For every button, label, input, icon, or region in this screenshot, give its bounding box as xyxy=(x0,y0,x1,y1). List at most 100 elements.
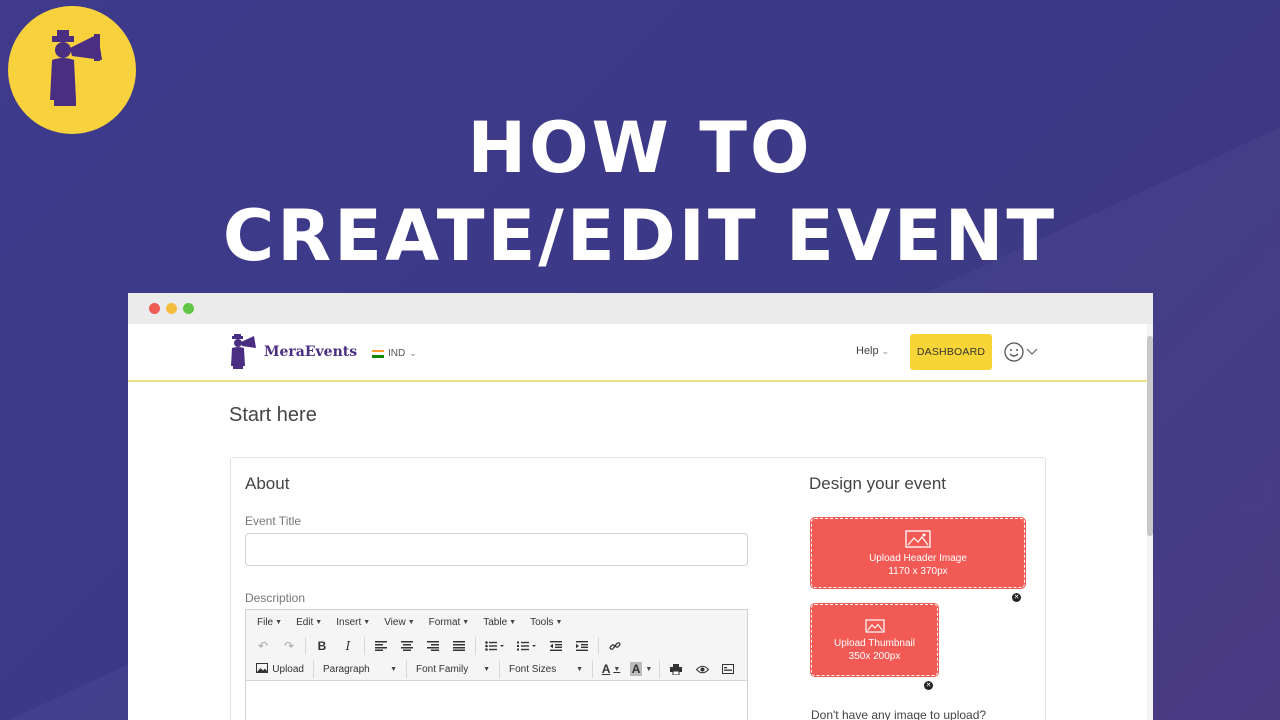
remove-header-image-icon[interactable]: ✕ xyxy=(1012,593,1021,602)
menu-insert-label: Insert xyxy=(336,616,362,628)
country-code: IND xyxy=(388,348,406,359)
chevron-down-icon: ⌄ xyxy=(409,348,417,358)
editor-style-row: Upload Paragraph ▼ Font Family ▼ Font Si… xyxy=(246,658,747,680)
align-center-icon[interactable] xyxy=(394,636,420,656)
megaphone-man-icon xyxy=(231,334,256,369)
help-menu[interactable]: Help ⌄ xyxy=(856,345,889,357)
user-menu[interactable] xyxy=(1004,342,1038,362)
menu-edit[interactable]: Edit ▼ xyxy=(289,617,329,628)
toolbar-divider xyxy=(475,637,476,655)
caret-down-icon: ▼ xyxy=(462,618,470,626)
align-left-icon[interactable] xyxy=(368,636,394,656)
align-justify-icon[interactable] xyxy=(446,636,472,656)
upload-header-image-button[interactable]: Upload Header Image 1170 x 370px xyxy=(810,517,1026,589)
dashboard-button[interactable]: DASHBOARD xyxy=(910,334,992,370)
caret-down-icon: ▼ xyxy=(275,618,283,626)
toolbar-divider xyxy=(598,637,599,655)
caret-down-icon: ▼ xyxy=(315,618,323,626)
chevron-down-icon: ⌄ xyxy=(881,345,890,356)
create-event-card: About Event Title Description File ▼ Edit… xyxy=(230,457,1046,720)
country-selector[interactable]: IND ⌄ xyxy=(372,348,417,359)
maximize-window-dot[interactable] xyxy=(183,303,194,314)
caret-down-icon: ▼ xyxy=(407,618,415,626)
undo-icon[interactable]: ↶ xyxy=(250,636,276,656)
menu-table-label: Table xyxy=(483,616,508,628)
upload-thumbnail-size: 350x 200px xyxy=(848,650,901,662)
no-image-link[interactable]: Don't have any image to upload? xyxy=(811,708,986,720)
about-section-title: About xyxy=(245,474,290,493)
close-window-dot[interactable] xyxy=(149,303,160,314)
menu-view-label: View xyxy=(384,616,406,628)
editor-menubar: File ▼ Edit ▼ Insert ▼ View ▼ Format ▼ Table ▼… xyxy=(246,610,747,634)
toolbar-divider xyxy=(305,637,306,655)
menu-insert[interactable]: Insert ▼ xyxy=(329,617,377,628)
brand-logo[interactable]: MeraEvents xyxy=(226,334,357,370)
upload-thumbnail-button[interactable]: Upload Thumbnail 350x 200px xyxy=(810,603,939,677)
font-sizes-select[interactable]: Font Sizes ▼ xyxy=(503,659,589,679)
app-header: MeraEvents IND ⌄ Help ⌄ DASHBOARD xyxy=(128,324,1147,382)
menu-view[interactable]: View ▼ xyxy=(377,617,421,628)
event-title-input[interactable] xyxy=(245,533,748,566)
italic-icon[interactable]: I xyxy=(335,636,361,656)
minimize-window-dot[interactable] xyxy=(166,303,177,314)
help-label: Help xyxy=(856,345,879,357)
outdent-icon[interactable] xyxy=(543,636,569,656)
font-family-label: Font Family xyxy=(416,663,469,675)
page-scrollbar[interactable] xyxy=(1147,324,1153,720)
image-icon xyxy=(256,662,268,676)
align-right-icon[interactable] xyxy=(420,636,446,656)
bullet-list-icon[interactable] xyxy=(479,636,511,656)
menu-file[interactable]: File ▼ xyxy=(250,617,289,628)
menu-file-label: File xyxy=(257,616,274,628)
scrollbar-thumb[interactable] xyxy=(1147,336,1153,536)
page-title: Start here xyxy=(229,404,317,426)
font-sizes-label: Font Sizes xyxy=(509,663,557,675)
background-color-icon[interactable]: A ▼ xyxy=(626,659,656,679)
preview-eye-icon[interactable] xyxy=(689,659,715,679)
toolbar-divider xyxy=(313,660,314,678)
headline-line-1: HOW TO xyxy=(467,107,813,189)
caret-down-icon: ▼ xyxy=(483,665,490,673)
headline-line-2: CREATE/EDIT EVENT xyxy=(222,195,1058,277)
caret-down-icon: ▼ xyxy=(390,665,397,673)
editor-toolbar: File ▼ Edit ▼ Insert ▼ View ▼ Format ▼ Table ▼… xyxy=(246,610,747,681)
menu-tools[interactable]: Tools ▼ xyxy=(523,617,569,628)
caret-down-icon: ▼ xyxy=(555,618,563,626)
font-family-select[interactable]: Font Family ▼ xyxy=(410,659,496,679)
smiley-icon xyxy=(1004,342,1024,362)
menu-format[interactable]: Format ▼ xyxy=(422,617,477,628)
megaphone-man-icon xyxy=(50,30,102,106)
toolbar-divider xyxy=(364,637,365,655)
menu-edit-label: Edit xyxy=(296,616,314,628)
description-label: Description xyxy=(245,591,306,605)
image-icon xyxy=(905,529,931,551)
upload-header-label: Upload Header Image xyxy=(869,552,967,564)
caret-down-icon: ▼ xyxy=(509,618,517,626)
chevron-down-icon xyxy=(1026,348,1038,355)
caret-down-icon: ▼ xyxy=(576,665,583,673)
menu-format-label: Format xyxy=(428,616,461,628)
redo-icon[interactable]: ↷ xyxy=(276,636,302,656)
headline: HOW TO CREATE/EDIT EVENT xyxy=(0,104,1280,280)
design-section-title: Design your event xyxy=(809,474,947,493)
print-icon[interactable] xyxy=(663,659,689,679)
upload-header-size: 1170 x 370px xyxy=(888,565,948,577)
remove-thumbnail-icon[interactable]: ✕ xyxy=(924,681,933,690)
source-code-icon[interactable] xyxy=(715,659,741,679)
menu-table[interactable]: Table ▼ xyxy=(476,617,523,628)
toolbar-divider xyxy=(659,660,660,678)
upload-image-button[interactable]: Upload xyxy=(250,659,310,679)
browser-title-bar xyxy=(128,293,1153,324)
event-title-label: Event Title xyxy=(245,514,302,528)
toolbar-divider xyxy=(499,660,500,678)
toolbar-divider xyxy=(592,660,593,678)
paragraph-select[interactable]: Paragraph ▼ xyxy=(317,659,403,679)
bold-icon[interactable]: B xyxy=(309,636,335,656)
text-color-icon[interactable]: A ▼ xyxy=(596,659,626,679)
numbered-list-icon[interactable] xyxy=(511,636,543,656)
indent-icon[interactable] xyxy=(569,636,595,656)
toolbar-divider xyxy=(406,660,407,678)
paragraph-label: Paragraph xyxy=(323,663,370,675)
description-editor: File ▼ Edit ▼ Insert ▼ View ▼ Format ▼ Table ▼… xyxy=(245,609,748,720)
link-icon[interactable] xyxy=(602,636,628,656)
